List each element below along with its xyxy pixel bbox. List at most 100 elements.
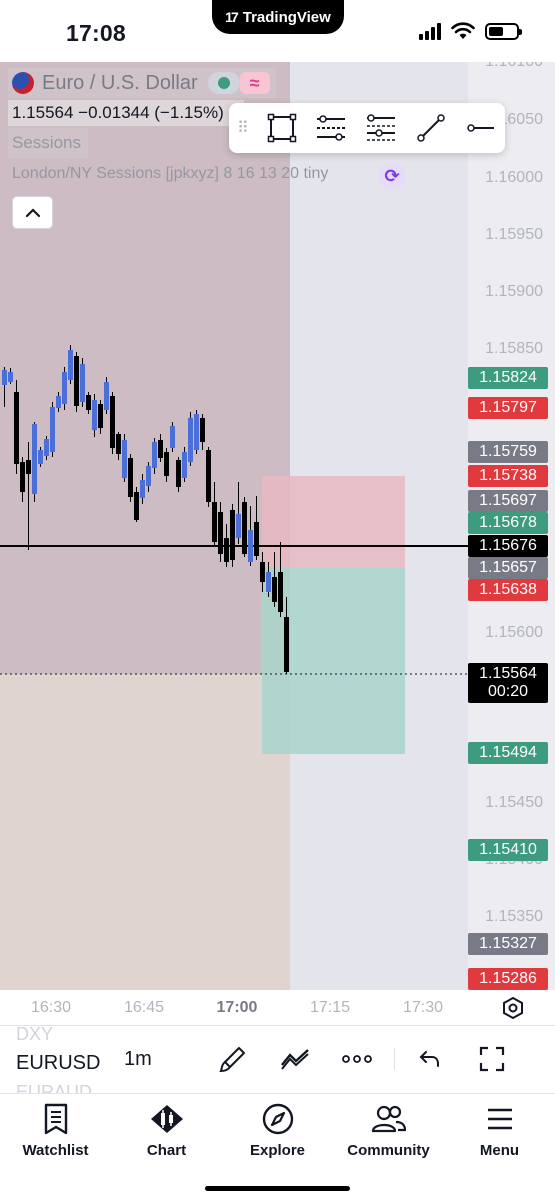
eur-usd-flag-icon <box>12 72 34 94</box>
candle-body <box>158 440 163 458</box>
time-axis[interactable]: 16:30 16:45 17:00 17:15 17:30 <box>0 990 555 1025</box>
current-symbol[interactable]: EURUSD <box>16 1049 100 1078</box>
candle-body <box>8 372 13 382</box>
candle-body <box>122 440 127 478</box>
candle-body <box>194 414 199 450</box>
price-tag[interactable]: 1.15759 <box>468 441 548 463</box>
rectangle-tool-icon[interactable] <box>257 103 307 153</box>
next-symbol[interactable]: EURAUD <box>16 1078 100 1093</box>
session-background-lower <box>0 674 290 990</box>
chart-settings-icon[interactable] <box>501 996 525 1020</box>
candle-body <box>44 439 49 456</box>
candle-body <box>164 452 169 476</box>
candle-body <box>68 350 73 380</box>
nav-chart[interactable]: Chart <box>111 1102 222 1159</box>
price-tag[interactable]: 1.15410 <box>468 839 548 861</box>
price-tag[interactable]: 1.15286 <box>468 968 548 990</box>
sessions-label[interactable]: Sessions <box>8 128 88 158</box>
price-scale-label: 1.15350 <box>485 908 543 925</box>
take-profit-price-tag[interactable]: 1.15494 <box>468 742 548 764</box>
price-tag[interactable]: 1.15824 <box>468 367 548 389</box>
price-tag[interactable]: 1.15657 <box>468 557 548 579</box>
chart-area[interactable]: 1.16100 1.16050 1.16000 1.15950 1.15900 … <box>0 62 555 990</box>
price-scale-label: 1.15850 <box>485 340 543 357</box>
candle-body <box>74 356 79 406</box>
dynamic-island: 17 TradingView <box>212 0 344 34</box>
symbol-legend[interactable]: Euro / U.S. Dollar ≈ <box>8 68 276 98</box>
candle-body <box>134 492 139 520</box>
horizontal-line-price-tag[interactable]: 1.15676 <box>468 535 548 557</box>
chart-icon <box>150 1105 183 1133</box>
status-icons <box>419 22 522 40</box>
candle-body <box>50 407 55 452</box>
candle-body <box>56 396 61 408</box>
candle-body <box>152 442 157 468</box>
drawing-toolbar: ⠿ <box>229 103 505 153</box>
watchlist-icon <box>44 1103 67 1135</box>
candle-body <box>110 396 115 448</box>
candle-body <box>266 572 271 592</box>
candle-body <box>140 480 145 498</box>
nav-community[interactable]: Community <box>333 1102 444 1159</box>
candle-body <box>200 418 205 442</box>
candle-body <box>182 452 187 478</box>
price-tag[interactable]: 1.15697 <box>468 490 548 512</box>
nav-label: Explore <box>249 1142 306 1159</box>
wave-icon[interactable]: ≈ <box>239 72 270 94</box>
candle-body <box>236 514 241 538</box>
nav-label: Watchlist <box>22 1142 89 1159</box>
candle-body <box>116 434 121 454</box>
signal-icon <box>419 22 441 40</box>
nav-menu[interactable]: Menu <box>444 1102 555 1159</box>
interval-button[interactable]: 1m <box>124 1048 152 1071</box>
candle-body <box>242 502 247 554</box>
fib-extension-tool-icon[interactable] <box>356 103 406 153</box>
candle-body <box>32 424 37 494</box>
ohlc-values: 1.15564 −0.01344 (−1.15%) <box>8 100 244 126</box>
fullscreen-icon[interactable] <box>477 1044 507 1074</box>
symbol-switcher[interactable]: DXY EURUSD EURAUD <box>16 1026 100 1093</box>
price-tag[interactable]: 1.15738 <box>468 465 548 487</box>
bar-countdown: 00:20 <box>487 683 529 700</box>
market-open-icon[interactable] <box>207 72 240 94</box>
brush-icon[interactable] <box>218 1044 248 1074</box>
battery-icon <box>485 22 522 40</box>
profit-zone <box>262 568 405 754</box>
undo-icon[interactable] <box>415 1044 445 1074</box>
candle-body <box>86 395 91 410</box>
drag-handle-icon[interactable]: ⠿ <box>237 118 257 138</box>
candle-body <box>248 530 253 562</box>
price-tag[interactable]: 1.15678 <box>468 512 548 534</box>
refresh-icon[interactable]: ⟳ <box>378 162 406 190</box>
last-price-value: 1.15564 <box>479 665 537 682</box>
price-tag[interactable]: 1.15797 <box>468 397 548 419</box>
drawings-icon[interactable] <box>280 1044 310 1074</box>
nav-explore[interactable]: Explore <box>222 1102 333 1159</box>
nav-label: Chart <box>146 1142 187 1159</box>
nav-label: Menu <box>479 1142 520 1159</box>
nav-watchlist[interactable]: Watchlist <box>0 1102 111 1159</box>
last-price-tag[interactable]: 1.15564 00:20 <box>468 663 548 703</box>
candle-body <box>14 392 19 464</box>
more-icon[interactable] <box>342 1044 372 1074</box>
trend-line-tool-icon[interactable] <box>406 103 456 153</box>
chart-toolbar: DXY EURUSD EURAUD 1m <box>0 1025 555 1093</box>
status-time: 17:08 <box>66 20 126 46</box>
candle-body <box>176 460 181 487</box>
candle-body <box>284 617 289 672</box>
chevron-up-icon <box>25 207 40 217</box>
bottom-navigation: Watchlist Chart Explore Community Menu <box>0 1093 555 1200</box>
wifi-icon <box>451 22 475 39</box>
price-tag[interactable]: 1.15327 <box>468 933 548 955</box>
toolbar-divider <box>394 1048 395 1070</box>
indicator-name[interactable]: London/NY Sessions [jpkxyz] 8 16 13 20 t… <box>12 165 328 183</box>
collapse-legend-button[interactable] <box>12 196 53 229</box>
stop-loss-price-tag[interactable]: 1.15638 <box>468 579 548 601</box>
horizontal-ray-tool-icon[interactable] <box>455 103 505 153</box>
candle-body <box>230 510 235 560</box>
fib-retracement-tool-icon[interactable] <box>306 103 356 153</box>
candle-body <box>92 400 97 430</box>
price-scale-label: 1.15600 <box>485 624 543 641</box>
previous-symbol[interactable]: DXY <box>16 1026 100 1049</box>
price-scale-label: 1.16000 <box>485 169 543 186</box>
